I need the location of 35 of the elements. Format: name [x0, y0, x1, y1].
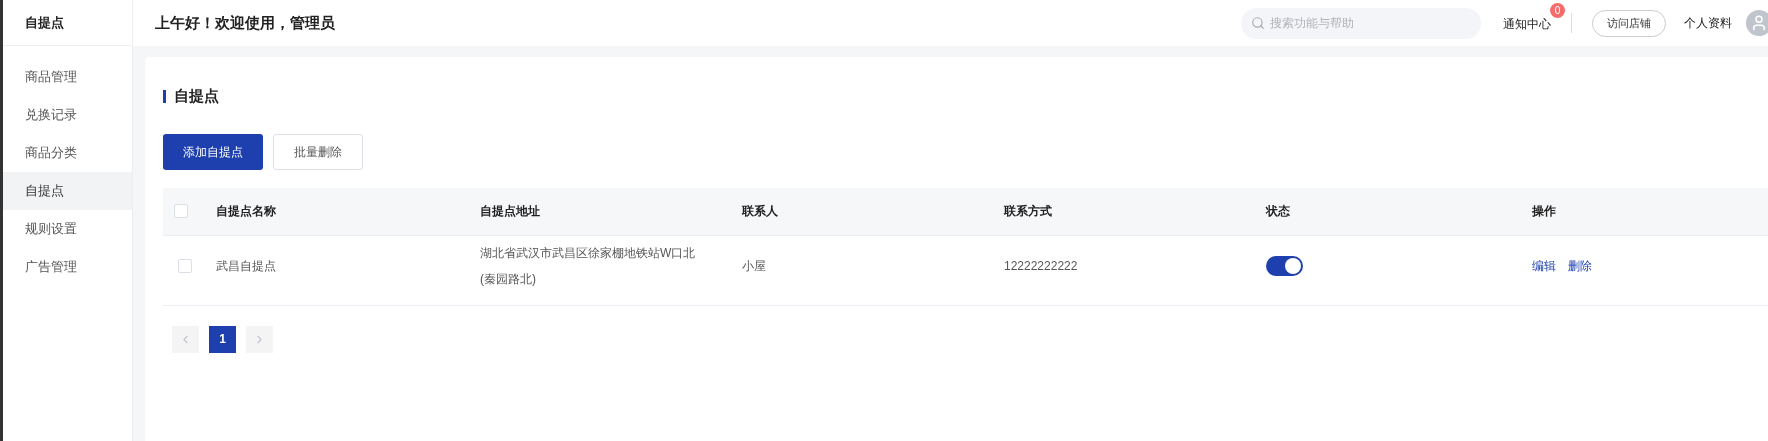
next-page-button[interactable] — [246, 325, 273, 353]
column-header: 联系方式 — [1004, 203, 1052, 220]
table-cell-text: 湖北省武汉市武昌区徐家棚地铁站W口北(秦园路北) — [480, 244, 697, 288]
search-icon — [1251, 15, 1265, 30]
page-title: 自提点 — [174, 86, 219, 106]
greeting: 上午好！欢迎使用，管理员 — [155, 12, 335, 33]
sidebar-item[interactable]: 商品管理 — [3, 58, 132, 96]
delete-button[interactable]: 批量删除 — [273, 133, 363, 170]
sidebar-item[interactable]: 规则设置 — [3, 210, 132, 248]
sidebar-item[interactable]: 广告管理 — [3, 248, 132, 286]
notification-count-badge: 0 — [1550, 3, 1565, 18]
table-cell-text: 12222222222 — [1004, 257, 1078, 275]
previous-page-button[interactable] — [172, 325, 199, 353]
sidebar-item[interactable]: 自提点 — [3, 172, 132, 210]
checkbox[interactable] — [174, 204, 188, 218]
sidebar-item[interactable]: 商品分类 — [3, 134, 132, 172]
table-cell-text: 小屋 — [742, 257, 766, 275]
avatar-icon[interactable] — [1746, 10, 1768, 36]
add-button[interactable]: 添加自提点 — [163, 133, 263, 170]
column-header: 操作 — [1532, 203, 1556, 220]
notification-link[interactable]: 通知中心 — [1503, 17, 1551, 31]
page-button[interactable]: 1 — [209, 325, 236, 353]
delete-link[interactable]: 删除 — [1568, 256, 1592, 275]
column-header: 联系人 — [742, 203, 778, 220]
column-header: 自提点地址 — [480, 203, 540, 220]
column-header: 状态 — [1266, 203, 1290, 220]
status-toggle[interactable] — [1266, 255, 1303, 276]
search-field[interactable]: 搜索功能与帮助 — [1241, 7, 1481, 39]
sidebar-item[interactable]: 兑换记录 — [3, 96, 132, 134]
column-header: 自提点名称 — [216, 203, 276, 220]
profile-link[interactable]: 个人资料 — [1684, 14, 1732, 32]
edit-link[interactable]: 编辑 — [1532, 256, 1556, 275]
checkbox[interactable] — [178, 258, 192, 273]
table-cell-text: 武昌自提点 — [216, 257, 276, 275]
sidebar-title: 自提点 — [25, 13, 64, 32]
